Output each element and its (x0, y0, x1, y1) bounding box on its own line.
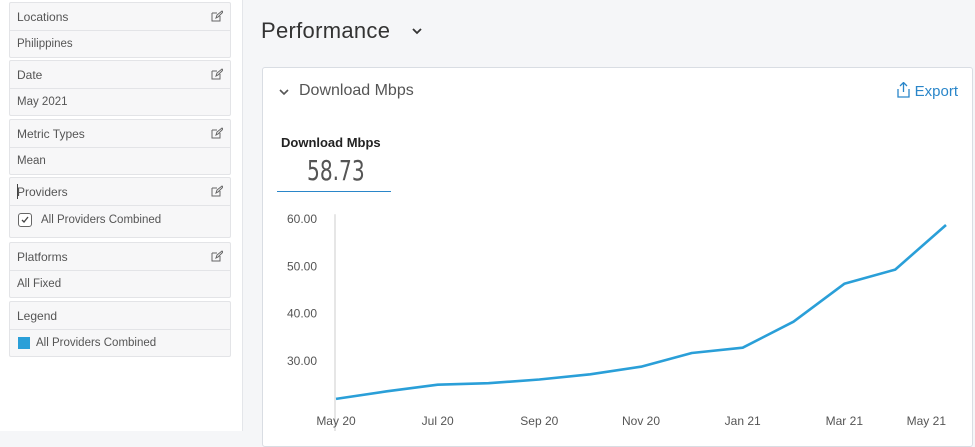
x-tick-label: Mar 21 (826, 414, 864, 428)
x-tick-label: Jul 20 (422, 414, 454, 428)
download-line-chart: 30.00 40.00 50.00 60.00 May 20 Jul 20 Sep 20 No… (287, 212, 947, 431)
x-tick-label: Sep 20 (520, 414, 558, 428)
x-tick-label: May 21 (907, 414, 947, 428)
series-line (335, 224, 947, 401)
x-tick-label: Nov 20 (622, 414, 660, 428)
y-tick-label: 50.00 (287, 259, 317, 273)
x-tick-label: Jan 21 (725, 414, 761, 428)
y-tick-label: 40.00 (287, 307, 317, 321)
y-tick-label: 60.00 (287, 212, 317, 226)
y-tick-label: 30.00 (287, 354, 317, 368)
x-tick-label: May 20 (316, 414, 356, 428)
